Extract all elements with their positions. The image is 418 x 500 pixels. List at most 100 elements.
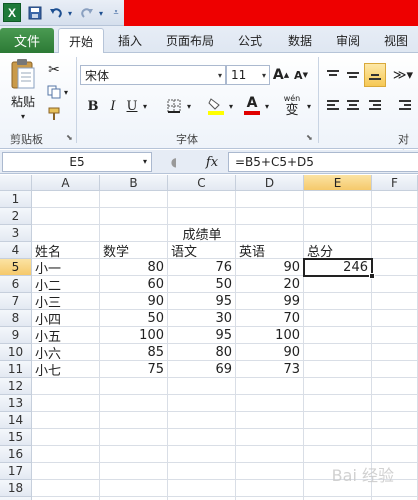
header-math[interactable]: 数学	[100, 242, 168, 260]
grid-cell[interactable]	[236, 412, 304, 429]
borders-dropdown-icon[interactable]: ▾	[184, 97, 194, 115]
grid-cell[interactable]	[304, 395, 372, 412]
record-chinese[interactable]: 50	[168, 276, 236, 293]
row-header[interactable]: 4	[0, 242, 32, 259]
underline-dropdown-icon[interactable]: ▾	[140, 95, 150, 117]
record-math[interactable]: 100	[100, 327, 168, 344]
fill-color-icon[interactable]	[206, 95, 226, 117]
formula-input[interactable]: =B5+C5+D5	[228, 152, 418, 172]
copy-dropdown-icon[interactable]: ▾	[62, 83, 70, 101]
record-english[interactable]: 99	[236, 293, 304, 310]
grid-cell[interactable]	[100, 225, 168, 242]
italic-button[interactable]: I	[104, 95, 122, 117]
grid-cell[interactable]	[168, 446, 236, 463]
cut-icon[interactable]: ✂	[44, 61, 64, 79]
row-header[interactable]: 7	[0, 293, 32, 310]
record-total[interactable]	[304, 361, 372, 378]
grid-cell[interactable]	[100, 429, 168, 446]
column-header-e[interactable]: E	[304, 175, 372, 191]
grid-cell[interactable]	[100, 412, 168, 429]
grid-cell[interactable]	[100, 395, 168, 412]
row-header[interactable]: 17	[0, 463, 32, 480]
grid-cell[interactable]	[372, 361, 418, 378]
column-header-c[interactable]: C	[168, 175, 236, 191]
grid-cell[interactable]	[32, 446, 100, 463]
record-math[interactable]: 60	[100, 276, 168, 293]
grid-cell[interactable]	[236, 208, 304, 225]
row-header[interactable]: 5	[0, 259, 32, 276]
grid-cell[interactable]	[168, 412, 236, 429]
column-header-f[interactable]: F	[372, 175, 418, 191]
font-size-select[interactable]: 11 ▾	[226, 65, 270, 85]
record-name[interactable]: 小二	[32, 276, 100, 294]
phonetic-button[interactable]: wén 变	[280, 91, 304, 121]
grid-cell[interactable]	[100, 208, 168, 225]
name-box-dropdown-icon[interactable]: ▾	[143, 157, 147, 166]
grid-cell[interactable]	[304, 191, 372, 208]
font-name-select[interactable]: 宋体 ▾	[80, 65, 226, 85]
align-right-icon[interactable]	[366, 97, 384, 115]
record-english[interactable]: 20	[236, 276, 304, 293]
font-name-dropdown-icon[interactable]: ▾	[218, 71, 222, 80]
insert-function-button[interactable]: fx	[202, 153, 222, 171]
bold-button[interactable]: B	[84, 95, 102, 117]
font-size-dropdown-icon[interactable]: ▾	[262, 71, 266, 80]
align-top-icon[interactable]	[324, 65, 342, 85]
grid-cell[interactable]	[372, 225, 418, 242]
row-header[interactable]: 15	[0, 429, 32, 446]
row-header[interactable]: 9	[0, 327, 32, 344]
record-total[interactable]	[304, 344, 372, 361]
grow-font-button[interactable]: A ▲	[272, 65, 290, 85]
undo-dropdown-icon[interactable]: ▾	[65, 3, 75, 23]
clipboard-launcher-icon[interactable]: ⬊	[66, 133, 73, 142]
record-total[interactable]	[304, 293, 372, 310]
record-chinese[interactable]: 30	[168, 310, 236, 327]
paste-dropdown-icon[interactable]: ▾	[18, 111, 28, 121]
grid-cell[interactable]	[168, 429, 236, 446]
grid-cell[interactable]	[100, 378, 168, 395]
row-header[interactable]: 13	[0, 395, 32, 412]
grid-cell[interactable]	[372, 446, 418, 463]
row-header[interactable]: 2	[0, 208, 32, 225]
grid-cell[interactable]	[236, 429, 304, 446]
header-english[interactable]: 英语	[236, 242, 304, 260]
grid-cell[interactable]	[304, 208, 372, 225]
column-header-b[interactable]: B	[100, 175, 168, 191]
row-header[interactable]: 16	[0, 446, 32, 463]
header-chinese[interactable]: 语文	[168, 242, 236, 260]
orientation-icon[interactable]: ≫▾	[392, 65, 414, 85]
record-chinese[interactable]: 69	[168, 361, 236, 378]
column-header-a[interactable]: A	[32, 175, 100, 191]
tab-insert[interactable]: 插入	[110, 28, 150, 53]
row-header[interactable]: 6	[0, 276, 32, 293]
record-name[interactable]: 小六	[32, 344, 100, 362]
grid-cell[interactable]	[236, 395, 304, 412]
grid-cell[interactable]	[372, 191, 418, 208]
grid-cell[interactable]	[168, 463, 236, 480]
align-bottom-icon[interactable]	[364, 63, 386, 87]
grid-cell[interactable]	[32, 480, 100, 497]
row-header[interactable]: 1	[0, 191, 32, 208]
grid-cell[interactable]	[304, 378, 372, 395]
copy-icon[interactable]	[44, 83, 64, 101]
sheet-title[interactable]: 成绩单	[168, 225, 236, 243]
record-name[interactable]: 小一	[32, 259, 100, 277]
grid-cell[interactable]	[100, 446, 168, 463]
grid-cell[interactable]	[32, 378, 100, 395]
row-header[interactable]: 14	[0, 412, 32, 429]
grid-cell[interactable]	[236, 480, 304, 497]
grid-cell[interactable]	[168, 378, 236, 395]
row-header[interactable]: 3	[0, 225, 32, 242]
record-total[interactable]	[304, 327, 372, 344]
phonetic-dropdown-icon[interactable]: ▾	[304, 97, 314, 115]
grid-cell[interactable]	[100, 463, 168, 480]
row-header[interactable]: 11	[0, 361, 32, 378]
tab-formulas[interactable]: 公式	[230, 28, 270, 53]
record-chinese[interactable]: 95	[168, 293, 236, 310]
row-header[interactable]: 8	[0, 310, 32, 327]
grid-cell[interactable]	[304, 412, 372, 429]
record-english[interactable]: 100	[236, 327, 304, 344]
paste-button[interactable]: 粘贴	[8, 93, 38, 109]
grid-cell[interactable]	[236, 446, 304, 463]
record-total[interactable]	[304, 276, 372, 293]
